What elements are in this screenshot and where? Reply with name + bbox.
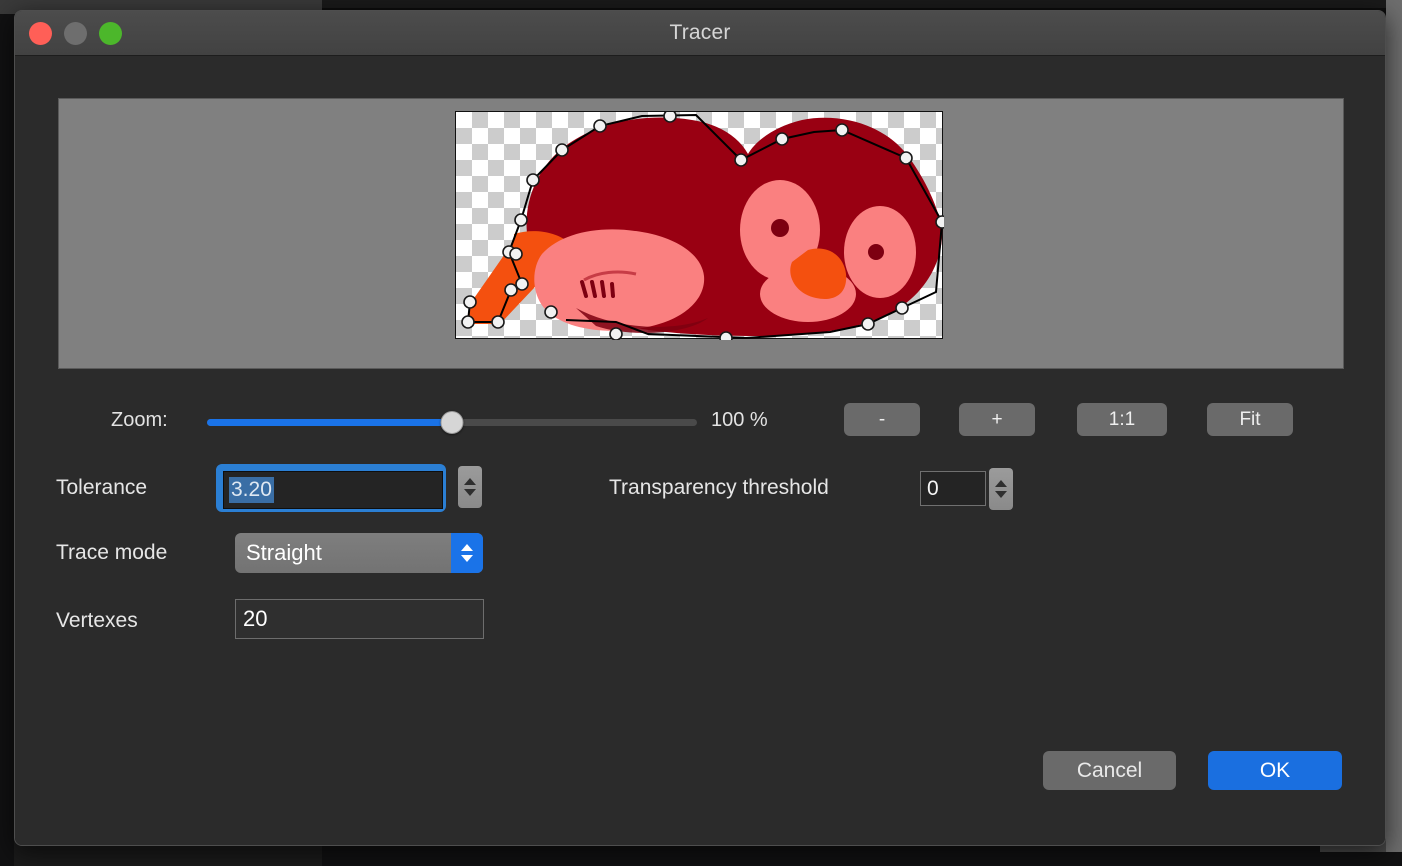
ok-button[interactable]: OK xyxy=(1208,751,1342,790)
screen: Tracer xyxy=(0,0,1402,866)
zoom-controls-row: Zoom: 100 % - + 1:1 Fit xyxy=(15,401,1385,441)
tolerance-value: 3.20 xyxy=(229,477,274,503)
chevron-up-icon[interactable] xyxy=(995,480,1007,487)
dialog-body: Zoom: 100 % - + 1:1 Fit Tolerance 3.20 xyxy=(15,56,1385,846)
updown-chevron-icon[interactable] xyxy=(451,533,483,573)
tolerance-label: Tolerance xyxy=(56,476,147,500)
dialog-footer: Cancel OK xyxy=(15,746,1385,806)
maximize-button[interactable] xyxy=(99,22,122,45)
vertexes-value: 20 xyxy=(243,606,267,632)
bird-belly xyxy=(534,229,704,330)
zoom-slider[interactable] xyxy=(207,419,697,426)
cancel-button[interactable]: Cancel xyxy=(1043,751,1176,790)
zoom-actual-button[interactable]: 1:1 xyxy=(1077,403,1167,436)
desktop-backdrop-right xyxy=(1386,0,1402,866)
zoom-fit-button[interactable]: Fit xyxy=(1207,403,1293,436)
trace-mode-label: Trace mode xyxy=(56,541,167,565)
zoom-slider-fill xyxy=(207,419,452,426)
desktop-backdrop-top-right xyxy=(322,0,1402,8)
transparency-threshold-input[interactable]: 0 xyxy=(920,471,986,506)
transparency-threshold-stepper[interactable] xyxy=(989,468,1013,510)
artboard-transparency xyxy=(455,111,943,339)
zoom-slider-handle[interactable] xyxy=(441,411,464,434)
vertexes-label: Vertexes xyxy=(56,609,138,633)
tolerance-input[interactable]: 3.20 xyxy=(223,471,443,509)
transparency-threshold-label: Transparency threshold xyxy=(609,476,829,500)
window-title: Tracer xyxy=(15,21,1385,45)
desktop-backdrop-left xyxy=(0,0,14,866)
trace-mode-row: Trace mode Straight xyxy=(15,531,1385,581)
trace-mode-value: Straight xyxy=(246,540,322,566)
minimize-button[interactable] xyxy=(64,22,87,45)
close-button[interactable] xyxy=(29,22,52,45)
eye-left-pupil xyxy=(771,219,789,237)
eye-right-pupil xyxy=(868,244,884,260)
tracer-dialog-window: Tracer xyxy=(14,10,1386,846)
tolerance-stepper[interactable] xyxy=(458,466,482,508)
transparency-threshold-value: 0 xyxy=(927,477,939,501)
chevron-up-icon[interactable] xyxy=(464,478,476,485)
chevron-down-icon[interactable] xyxy=(995,491,1007,498)
zoom-percent-value: 100 % xyxy=(711,409,768,432)
chevron-down-icon[interactable] xyxy=(464,489,476,496)
vertexes-row: Vertexes 20 xyxy=(15,599,1385,649)
preview-canvas[interactable] xyxy=(58,98,1344,369)
trace-mode-select[interactable]: Straight xyxy=(235,533,483,573)
tolerance-focus-ring: 3.20 xyxy=(216,464,446,512)
title-bar: Tracer xyxy=(15,11,1385,56)
tolerance-row: Tolerance 3.20 Transparency threshold 0 xyxy=(15,466,1385,516)
zoom-out-button[interactable]: - xyxy=(844,403,920,436)
zoom-label: Zoom: xyxy=(111,409,168,432)
vertexes-input[interactable]: 20 xyxy=(235,599,484,639)
window-controls xyxy=(29,22,122,45)
zoom-in-button[interactable]: + xyxy=(959,403,1035,436)
traced-artwork xyxy=(456,112,944,340)
